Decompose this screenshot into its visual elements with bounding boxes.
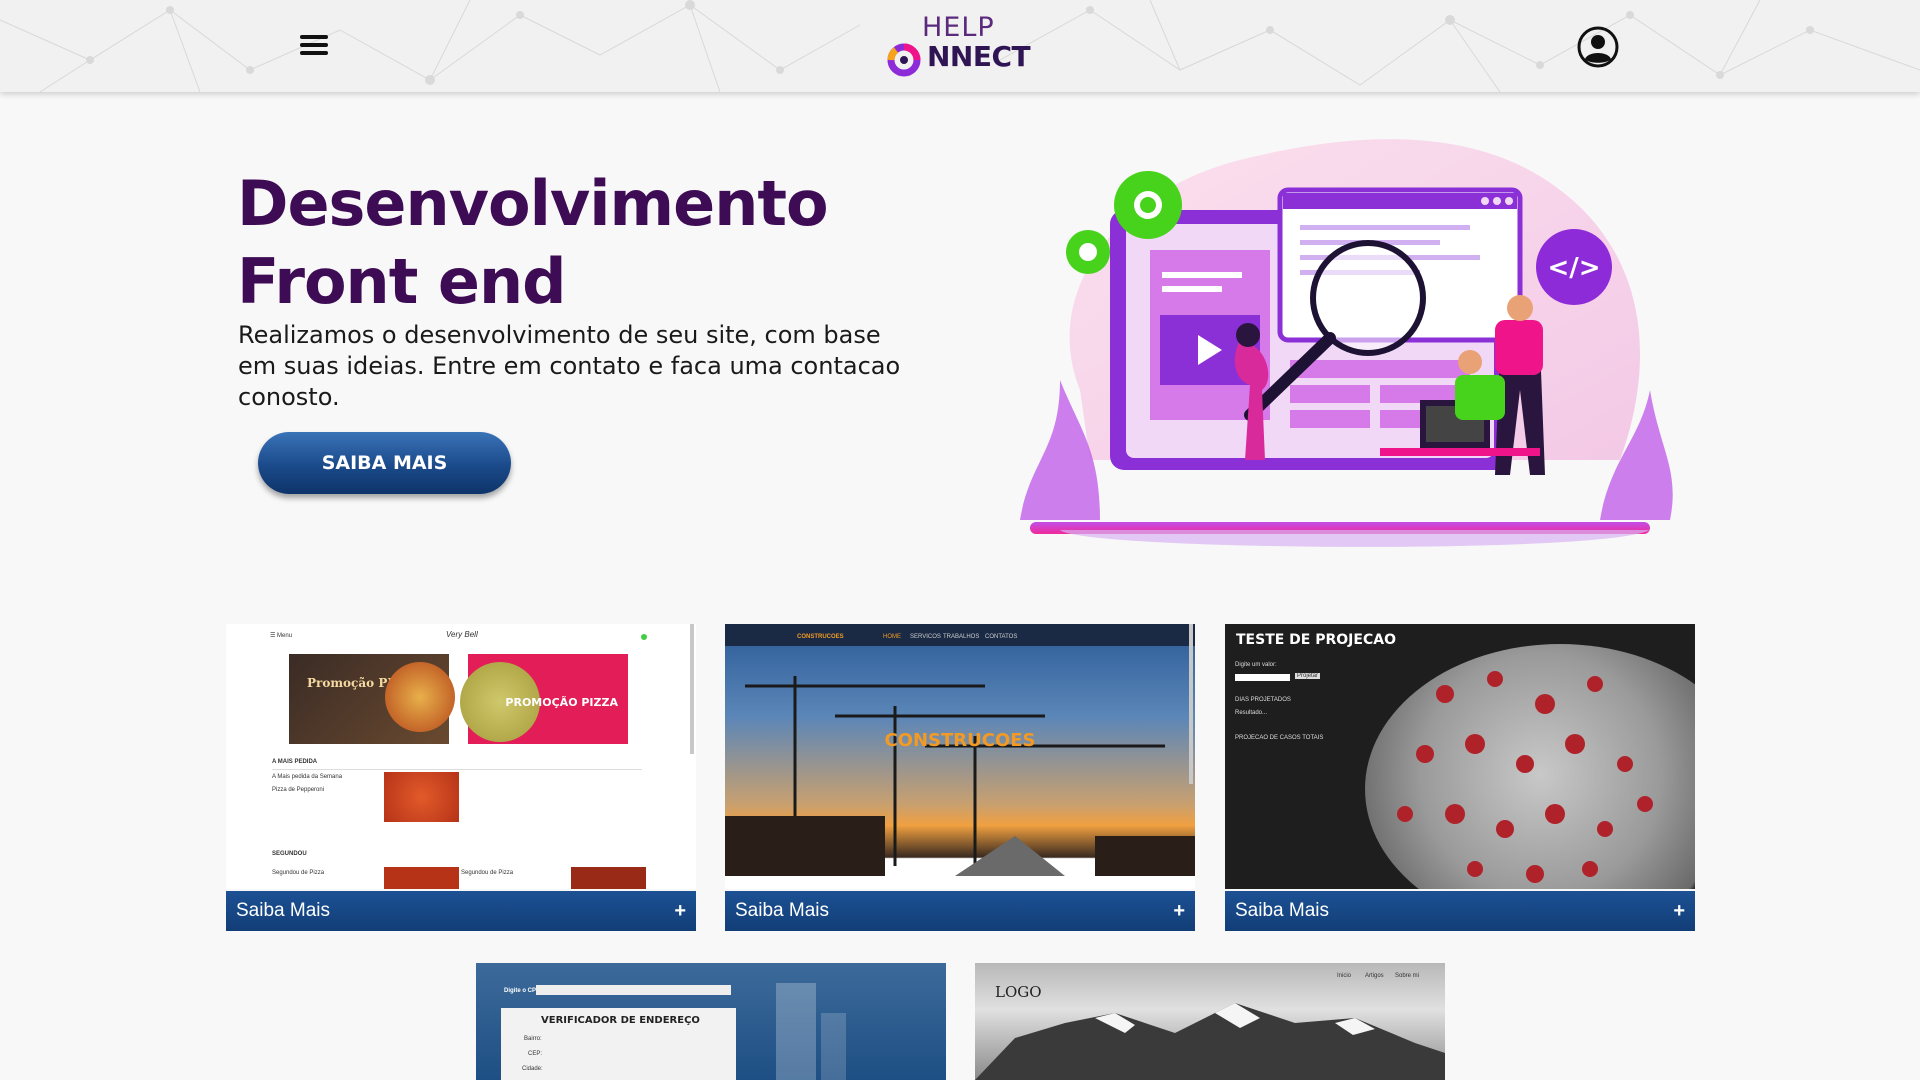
saiba-mais-label: Saiba Mais [1235, 900, 1329, 921]
site-header: HELP NNECT [0, 0, 1920, 92]
preview-item-2-title: Segundou de Pizza [272, 870, 325, 876]
preview-item-1-desc: Pizza de Pepperoni [272, 787, 325, 793]
svg-text:</>: </> [1547, 253, 1600, 283]
hero-title: Desenvolvimento Front end [237, 165, 937, 321]
promo-banner-1: Promoção PIZZA [289, 654, 455, 744]
saiba-mais-bar[interactable]: Saiba Mais + [1225, 891, 1695, 931]
preview-brand: CONSTRUCOES [797, 634, 844, 640]
logo-help-text: HELP [922, 12, 995, 43]
preview-title: VERIFICADOR DE ENDEREÇO [541, 1015, 700, 1026]
preview-item-3-title: Segundou de Pizza [461, 870, 514, 876]
frontend-development-illustration: </> [1020, 139, 1673, 547]
pizza-image [385, 662, 455, 732]
plus-icon[interactable]: + [1173, 900, 1185, 923]
status-dot [641, 634, 647, 640]
preview-brand: Very Bell [446, 630, 478, 639]
blog-site-preview: LOGO Inicio Artigos Sobre mi [975, 963, 1445, 1080]
menu-line [300, 51, 328, 55]
virus-spikes [1397, 671, 1653, 883]
divider [272, 769, 642, 770]
cranes-image [725, 676, 1195, 876]
promo-banner-2: PROMOÇÃO PIZZA [460, 654, 628, 744]
mountains-image [975, 1003, 1445, 1080]
preview-section-2: SEGUNDOU [272, 851, 307, 857]
address-verifier-preview: Digite o CPF: VERIFICADOR DE ENDEREÇO Ba… [476, 963, 946, 1080]
preview-field-bairro: Bairro: [524, 1036, 542, 1042]
hero-title-line-1: Desenvolvimento [237, 167, 829, 240]
hero-title-line-2: Front end [237, 245, 566, 318]
preview-scrollbar [690, 624, 694, 754]
hamburger-menu-icon[interactable] [298, 31, 330, 59]
hero-description: Realizamos o desenvolvimento de seu site… [238, 321, 901, 411]
menu-line [300, 43, 328, 47]
plus-icon[interactable]: + [674, 900, 686, 923]
logo-connect-text: NNECT [927, 40, 1031, 73]
preview-nav-trabalhos: TRABALHOS [943, 634, 980, 640]
saiba-mais-bar[interactable]: Saiba Mais + [226, 891, 696, 931]
logo-connect-mark-icon [887, 43, 921, 77]
preview-nav-contatos: CONTATOS [985, 634, 1018, 640]
pizza-site-preview: ☰ Menu Very Bell Promoção PIZZA PROMOÇÃO… [226, 624, 696, 889]
saiba-mais-bar[interactable]: Saiba Mais + [725, 891, 1195, 931]
preview-section-1: A MAIS PEDIDA [272, 759, 318, 765]
pizza-image [384, 867, 459, 889]
building-image [776, 983, 816, 1080]
preview-nav-servicos: SERVICOS [910, 634, 941, 640]
saiba-mais-label: Saiba Mais [236, 900, 330, 921]
preview-item-1-title: A Mais pedida da Semana [272, 774, 343, 780]
preview-title: CONSTRUCOES [884, 730, 1036, 751]
preview-field-cep: CEP: [528, 1051, 543, 1057]
construction-site-preview: CONSTRUCOES HOME SERVICOS TRABALHOS CONT… [725, 624, 1195, 889]
projection-site-preview: TESTE DE PROJECAO Digite um valor: Proje… [1225, 624, 1695, 889]
user-account-icon[interactable] [1577, 26, 1619, 68]
preview-field-cidade: Cidade: [522, 1066, 543, 1072]
preview-scrollbar [1189, 624, 1193, 784]
preview-menu-label: ☰ Menu [270, 633, 293, 639]
saiba-mais-label: Saiba Mais [735, 900, 829, 921]
preview-navbar: CONSTRUCOES HOME SERVICOS TRABALHOS CONT… [725, 624, 1195, 646]
pizza-image [571, 867, 646, 889]
preview-nav-home: HOME [883, 634, 901, 640]
promo-banner-2-text: PROMOÇÃO PIZZA [505, 696, 618, 709]
saiba-mais-button[interactable]: SAIBA MAIS [258, 432, 511, 494]
pizza-image [384, 772, 459, 822]
site-logo[interactable]: HELP NNECT [884, 12, 1031, 78]
preview-input [536, 985, 731, 995]
plus-icon[interactable]: + [1673, 900, 1685, 923]
menu-line [300, 35, 328, 39]
building-image [821, 1013, 846, 1080]
